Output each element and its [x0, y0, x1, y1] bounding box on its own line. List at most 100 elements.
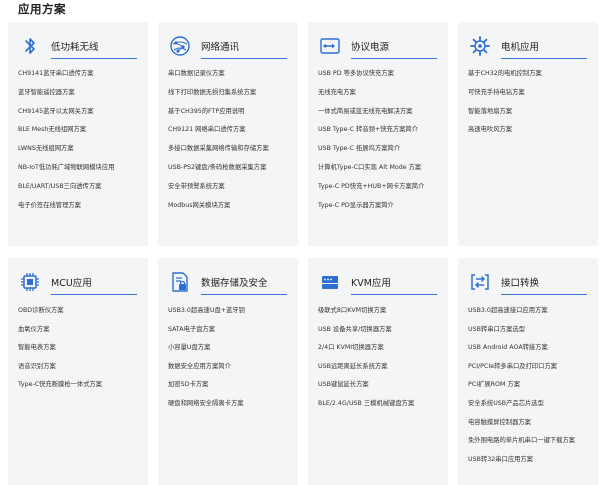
solution-link[interactable]: 基于CH32的电机控制方案 [468, 70, 594, 79]
title-underline [201, 294, 287, 295]
card-motor-application[interactable]: 电机应用 基于CH32的电机控制方案 可快充手持电钻方案 智能落地扇方案 高速电… [458, 22, 598, 246]
card-mcu-application[interactable]: MCU应用 OBD诊断仪方案 血氧仪方案 智能电表方案 语音识别方案 Type-… [8, 258, 148, 485]
card-header: KVM应用 [318, 268, 437, 300]
solution-link[interactable]: BLE Mesh无线组网方案 [18, 126, 144, 135]
card-header: 协议电源 [318, 32, 437, 64]
solution-link[interactable]: Type-C PD显示器方案简介 [318, 202, 444, 211]
solution-link[interactable]: 安全系统USB产品芯片选型 [468, 400, 594, 409]
solution-list: 基于CH32的电机控制方案 可快充手持电钻方案 智能落地扇方案 高速电吹风方案 [468, 70, 594, 145]
solution-link[interactable]: CH9145蓝牙以太网关方案 [18, 108, 144, 117]
solution-link[interactable]: NB-IoT低功耗广域物联网模块应用 [18, 164, 144, 173]
solution-link[interactable]: 电子价签在线管理方案 [18, 202, 144, 211]
solution-list: OBD诊断仪方案 血氧仪方案 智能电表方案 语音识别方案 Type-C快充断膜枪… [18, 307, 144, 400]
card-low-power-wireless[interactable]: 低功耗无线 CH9141蓝牙串口透传方案 蓝牙智能遥控器方案 CH9145蓝牙以… [8, 22, 148, 246]
solution-link[interactable]: USB3.0超高速U盘+蓝牙钥 [168, 307, 294, 316]
card-title: MCU应用 [51, 278, 92, 289]
solution-link[interactable]: Type-C快充断膜枪一体式方案 [18, 381, 144, 390]
solution-list: CH9141蓝牙串口透传方案 蓝牙智能遥控器方案 CH9145蓝牙以太网关方案 … [18, 70, 144, 220]
solution-list: 串口数据记录仪方案 线下打印数据无损归集系统方案 基于CH395的FTP应用说明… [168, 70, 294, 220]
card-kvm-application[interactable]: KVM应用 级联式8口KVM切换方案 USB 设备共享/切换器方案 2/4口 K… [308, 258, 448, 485]
secure-storage-icon [172, 272, 188, 292]
card-protocol-power[interactable]: 协议电源 USB PD 等多协议快充方案 无线充电方案 一体式简易或蓝无线充电解… [308, 22, 448, 246]
solution-link[interactable]: 无线充电方案 [318, 89, 444, 98]
solution-link[interactable]: BLE/2.4G/USB 三模机械键盘方案 [318, 400, 444, 409]
card-title: 数据存储及安全 [201, 278, 268, 289]
solution-link[interactable]: USB Type-C 转音频+快充方案简介 [318, 126, 444, 135]
solution-link[interactable]: 小容量U盘方案 [168, 344, 294, 353]
solution-link[interactable]: PCI扩展ROM 方案 [468, 381, 594, 390]
solution-link[interactable]: 免外围电路的单片机串口一键下载方案 [468, 437, 594, 446]
solution-link[interactable]: USB PD 等多协议快充方案 [318, 70, 444, 79]
kvm-switch-icon [322, 276, 338, 289]
solution-link[interactable]: 语音识别方案 [18, 363, 144, 372]
title-underline [201, 58, 287, 59]
card-title: 接口转换 [501, 278, 540, 289]
solution-link[interactable]: 一体式简易或蓝无线充电解决方案 [318, 108, 444, 117]
solution-link[interactable]: USB3.0超高速接口应用方案 [468, 307, 594, 316]
title-underline [51, 58, 137, 59]
solution-link[interactable]: OBD诊断仪方案 [18, 307, 144, 316]
card-title: 网络通讯 [201, 42, 240, 53]
card-header: 数据存储及安全 [168, 268, 287, 300]
solution-list: USB3.0超高速U盘+蓝牙钥 SATA电子盘方案 小容量U盘方案 数据安全应用… [168, 307, 294, 419]
solution-link[interactable]: 安全带预警系统方案 [168, 183, 294, 192]
card-header: MCU应用 [18, 268, 137, 300]
card-header: 低功耗无线 [18, 32, 137, 64]
card-interface-conversion[interactable]: 接口转换 USB3.0超高速接口应用方案 USB转串口方案选型 USB Andr… [458, 258, 598, 485]
solution-link[interactable]: CH9141蓝牙串口透传方案 [18, 70, 144, 79]
title-underline [51, 294, 137, 295]
card-header: 接口转换 [468, 268, 587, 300]
solution-link[interactable]: USB转串口方案选型 [468, 326, 594, 335]
title-underline [351, 58, 437, 59]
card-title: 低功耗无线 [51, 42, 99, 53]
solution-link[interactable]: Modbus网关模块方案 [168, 202, 294, 211]
page-title: 应用方案 [18, 2, 66, 16]
usb-power-icon [320, 38, 340, 54]
card-title: 电机应用 [501, 42, 540, 53]
solution-link[interactable]: 2/4口 KVMI切换器方案 [318, 344, 444, 353]
card-header: 电机应用 [468, 32, 587, 64]
solution-link[interactable]: CH9121 网络串口透传方案 [168, 126, 294, 135]
solution-link[interactable]: 串口数据记录仪方案 [168, 70, 294, 79]
card-title: KVM应用 [351, 278, 391, 289]
solution-link[interactable]: 线下打印数据无损归集系统方案 [168, 89, 294, 98]
solution-link[interactable]: 加密SD卡方案 [168, 381, 294, 390]
solution-link[interactable]: 可快充手持电钻方案 [468, 89, 594, 98]
solution-link[interactable]: BLE/UART/USB三向透传方案 [18, 183, 144, 192]
solution-link[interactable]: 高速电吹风方案 [468, 126, 594, 135]
motor-gear-icon [470, 36, 490, 56]
solution-link[interactable]: USB远距离延长系统方案 [318, 363, 444, 372]
solution-link[interactable]: USB 设备共享/切换器方案 [318, 326, 444, 335]
solution-link[interactable]: USB Type-C 拓展坞方案简介 [318, 145, 444, 154]
title-underline [501, 294, 587, 295]
solution-link[interactable]: LWNS无线组网方案 [18, 145, 144, 154]
solution-link[interactable]: USB转32串口应用方案 [468, 456, 594, 465]
title-underline [351, 294, 437, 295]
solution-link[interactable]: 血氧仪方案 [18, 326, 144, 335]
solution-link[interactable]: USB Android AOA转接方案 [468, 344, 594, 353]
solution-link[interactable]: USB-PS2键盘/条码枪数据采集方案 [168, 164, 294, 173]
bluetooth-icon [25, 38, 35, 54]
solution-link[interactable]: 多接口数据采集网络传输和存储方案 [168, 145, 294, 154]
card-header: 网络通讯 [168, 32, 287, 64]
solution-list: 级联式8口KVM切换方案 USB 设备共享/切换器方案 2/4口 KVMI切换器… [318, 307, 444, 419]
solution-link[interactable]: 硬盘和网络安全隔离卡方案 [168, 400, 294, 409]
card-data-storage-security[interactable]: 数据存储及安全 USB3.0超高速U盘+蓝牙钥 SATA电子盘方案 小容量U盘方… [158, 258, 298, 485]
solution-link[interactable]: 智能落地扇方案 [468, 108, 594, 117]
solution-link[interactable]: 智能电表方案 [18, 344, 144, 353]
solution-link[interactable]: 数据安全应用方案简介 [168, 363, 294, 372]
title-underline [501, 58, 587, 59]
solution-link[interactable]: 电容触摸屏控制器方案 [468, 419, 594, 428]
solution-link[interactable]: Type-C PD快充+HUB+网卡方案简介 [318, 183, 444, 192]
solution-list: USB PD 等多协议快充方案 无线充电方案 一体式简易或蓝无线充电解决方案 U… [318, 70, 444, 220]
solution-link[interactable]: PCI/PCIe转多串口及打印口方案 [468, 363, 594, 372]
chip-icon [21, 273, 39, 291]
interface-convert-icon [471, 274, 489, 290]
solution-link[interactable]: USB键鼠延长方案 [318, 381, 444, 390]
solution-link[interactable]: SATA电子盘方案 [168, 326, 294, 335]
solution-link[interactable]: 级联式8口KVM切换方案 [318, 307, 444, 316]
card-network-communication[interactable]: 网络通讯 串口数据记录仪方案 线下打印数据无损归集系统方案 基于CH395的FT… [158, 22, 298, 246]
solution-link[interactable]: 蓝牙智能遥控器方案 [18, 89, 144, 98]
solution-link[interactable]: 基于CH395的FTP应用说明 [168, 108, 294, 117]
solution-link[interactable]: 计算机Type-C口实现 Alt Mode 方案 [318, 164, 444, 173]
